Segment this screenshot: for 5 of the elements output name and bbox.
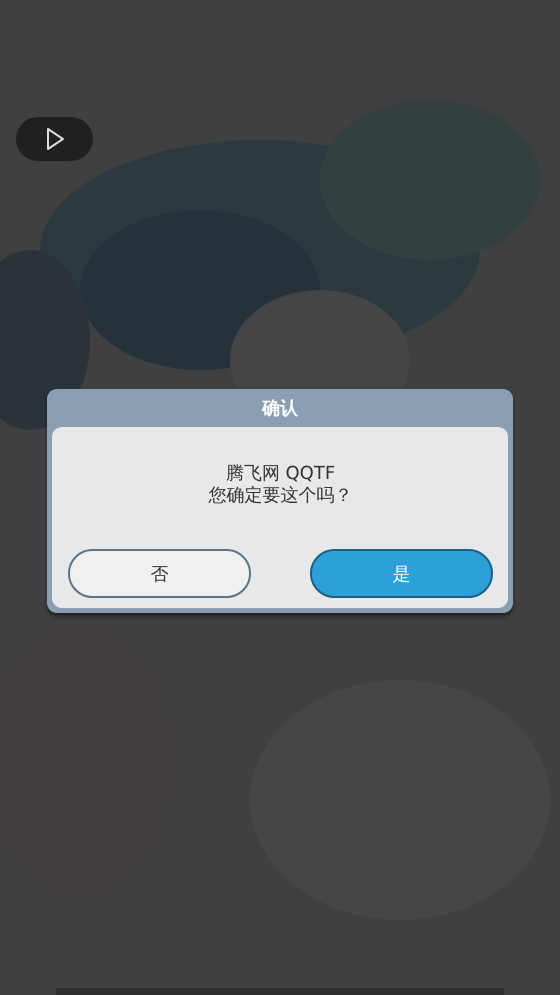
dialog-message: 您确定要这个吗？ [208, 485, 354, 507]
play-icon [44, 127, 64, 151]
cancel-button[interactable]: 否 [68, 549, 251, 598]
dialog-title: 确认 [260, 397, 299, 421]
dialog-message: 腾飞网 QQTF [224, 463, 336, 485]
